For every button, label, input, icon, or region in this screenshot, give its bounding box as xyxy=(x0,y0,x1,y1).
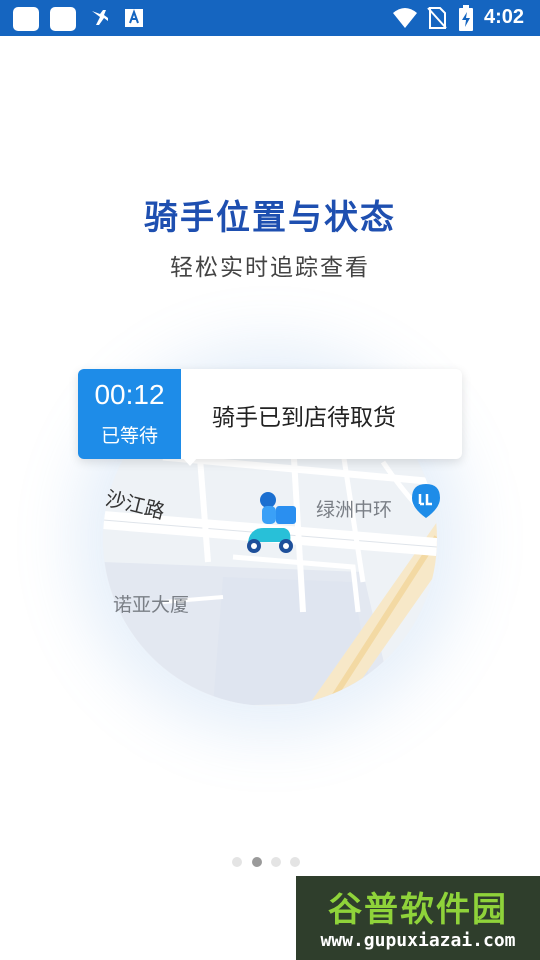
location-badge-icon xyxy=(412,484,440,518)
font-a-icon xyxy=(125,9,143,27)
page-dot-1[interactable] xyxy=(232,857,242,867)
card-pointer xyxy=(181,456,199,466)
page-dot-4[interactable] xyxy=(290,857,300,867)
airplane-icon xyxy=(92,10,108,25)
page-dot-3[interactable] xyxy=(271,857,281,867)
wait-state-label: 已等待 xyxy=(100,425,158,447)
battery-charging-icon xyxy=(459,5,473,31)
wait-timer-panel: 00:12 已等待 xyxy=(78,369,181,459)
rider-status-message: 骑手已到店待取货 xyxy=(212,405,396,431)
place-label-nuoya: 诺亚大厦 xyxy=(113,594,190,616)
wait-timer: 00:12 xyxy=(94,379,165,410)
order-status-card: 00:12 已等待 骑手已到店待取货 xyxy=(78,369,462,459)
page-subtitle: 轻松实时追踪查看 xyxy=(170,255,370,281)
wifi-icon xyxy=(393,8,417,28)
app-square-icon xyxy=(13,7,39,31)
watermark-url: www.gupuxiazai.com xyxy=(320,930,516,951)
watermark: 谷普软件园 www.gupuxiazai.com xyxy=(296,876,540,960)
page-indicator xyxy=(231,855,311,869)
rider-scooter-icon xyxy=(247,492,296,553)
clock-time: 4:02 xyxy=(484,6,525,28)
page-title: 骑手位置与状态 xyxy=(144,198,396,238)
page-dot-2[interactable] xyxy=(252,857,262,867)
watermark-name: 谷普软件园 xyxy=(328,890,508,930)
place-label-lvzhou: 绿洲中环 xyxy=(316,499,393,521)
app-square-icon xyxy=(50,7,76,31)
status-bar: 4:02 xyxy=(0,0,540,36)
no-sim-icon xyxy=(427,7,447,29)
